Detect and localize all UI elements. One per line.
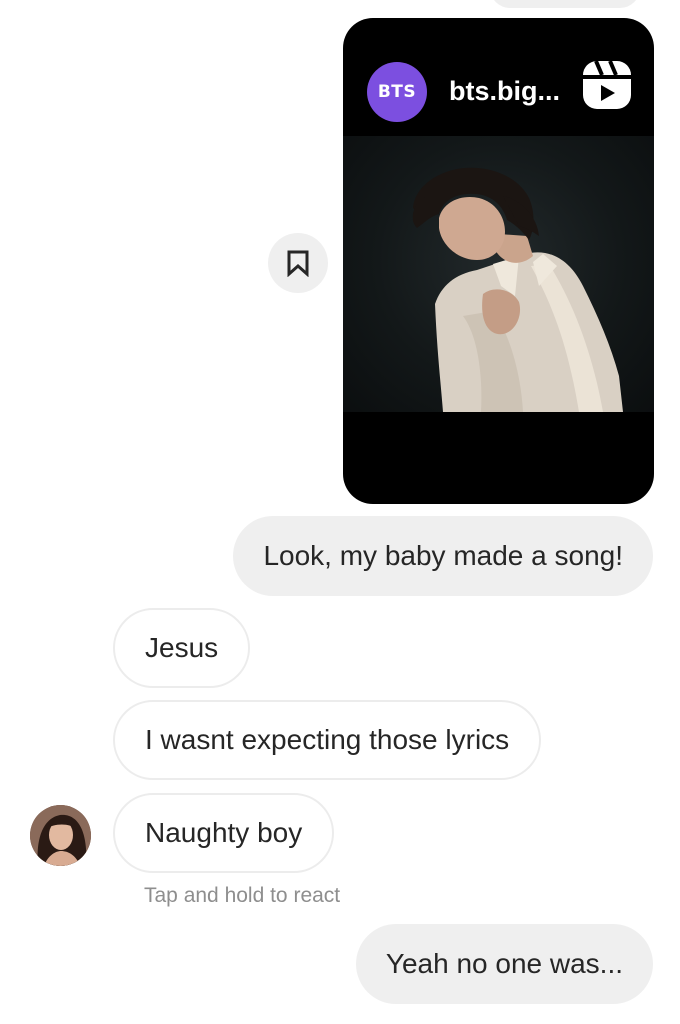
- bookmark-icon: [287, 250, 309, 277]
- sent-message-bubble[interactable]: Yeah no one was...: [355, 924, 653, 1004]
- chat-thread: BTS bts.big... Look, my baby made a song…: [0, 0, 680, 1024]
- save-reel-button[interactable]: [268, 233, 328, 293]
- sender-avatar[interactable]: [30, 805, 91, 866]
- reel-header: BTS bts.big...: [343, 18, 654, 136]
- received-message-bubble[interactable]: Naughty boy: [113, 793, 335, 873]
- reels-icon: [583, 60, 631, 109]
- previous-message-bubble[interactable]: [490, 0, 640, 8]
- received-message-bubble[interactable]: I wasnt expecting those lyrics: [113, 700, 542, 780]
- reel-account-avatar[interactable]: BTS: [367, 62, 427, 122]
- received-message-bubble[interactable]: Jesus: [113, 608, 251, 688]
- sender-profile-photo: [30, 805, 91, 866]
- person-figure-illustration: [412, 167, 623, 412]
- reel-video-thumbnail[interactable]: [343, 136, 654, 412]
- shared-reel-card[interactable]: BTS bts.big...: [343, 18, 654, 504]
- reel-account-username[interactable]: bts.big...: [449, 76, 560, 107]
- sent-message-bubble[interactable]: Look, my baby made a song!: [233, 516, 653, 596]
- react-hint-text: Tap and hold to react: [144, 884, 341, 907]
